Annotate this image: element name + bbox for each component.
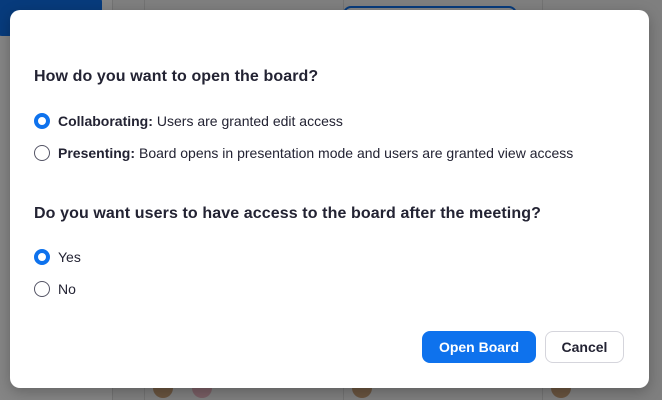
access-yes-radio[interactable] bbox=[34, 249, 50, 265]
presenting-radio[interactable] bbox=[34, 145, 50, 161]
collaborating-radio[interactable] bbox=[34, 113, 50, 129]
access-no-radio[interactable] bbox=[34, 281, 50, 297]
presenting-label: Presenting: bbox=[58, 145, 136, 161]
access-no-option[interactable]: No bbox=[34, 281, 76, 297]
access-no-label: No bbox=[58, 281, 76, 297]
presenting-description: Board opens in presentation mode and use… bbox=[139, 145, 574, 161]
collaborating-description: Users are granted edit access bbox=[156, 113, 343, 129]
cancel-button[interactable]: Cancel bbox=[545, 331, 624, 363]
access-yes-option[interactable]: Yes bbox=[34, 249, 81, 265]
access-question: Do you want users to have access to the … bbox=[34, 205, 541, 222]
collaborating-option[interactable]: Collaborating: Users are granted edit ac… bbox=[34, 113, 343, 129]
open-board-button[interactable]: Open Board bbox=[422, 331, 536, 363]
access-yes-label: Yes bbox=[58, 249, 81, 265]
open-board-dialog: How do you want to open the board? Colla… bbox=[10, 10, 649, 388]
collaborating-label: Collaborating: bbox=[58, 113, 153, 129]
presenting-option[interactable]: Presenting: Board opens in presentation … bbox=[34, 145, 573, 161]
open-mode-question: How do you want to open the board? bbox=[34, 68, 319, 85]
